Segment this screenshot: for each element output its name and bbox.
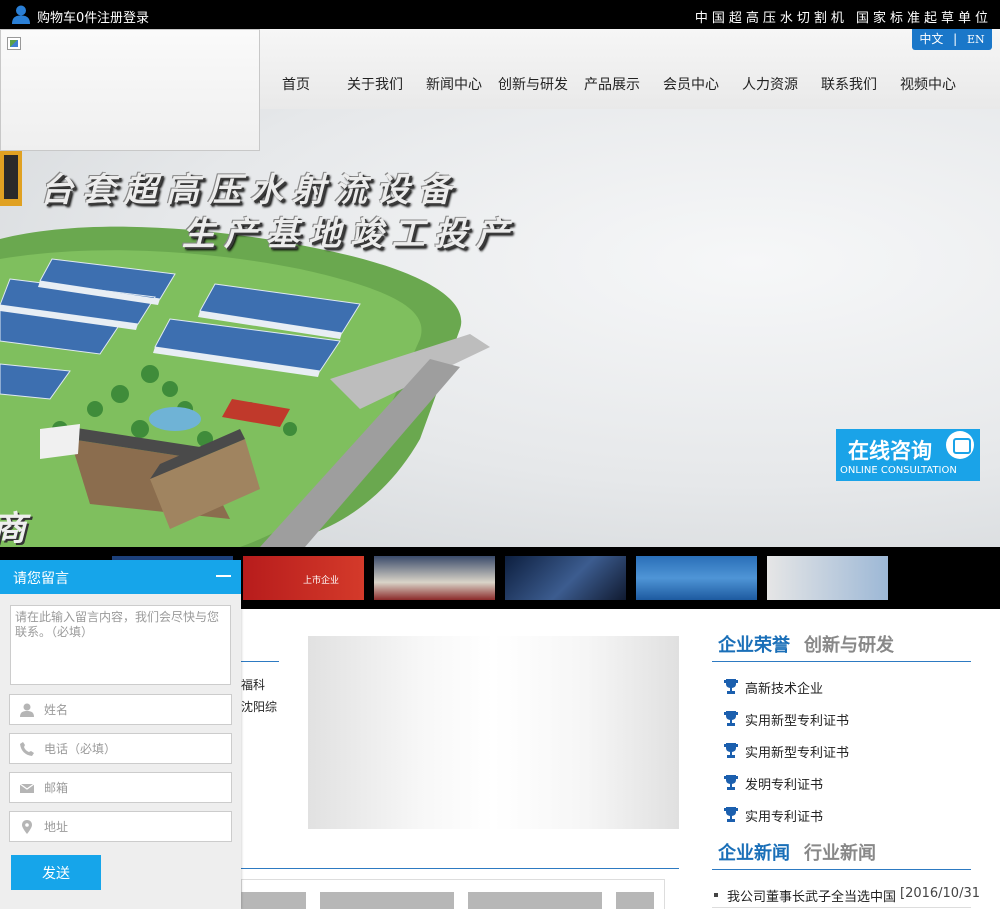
honor-item-label: 实用专利证书 xyxy=(745,810,824,825)
location-pin-icon xyxy=(22,820,32,834)
nav-about[interactable]: 关于我们 xyxy=(347,74,403,94)
consult-title: 在线咨询 xyxy=(848,439,932,463)
trophy-icon xyxy=(724,679,738,694)
email-input[interactable] xyxy=(44,778,224,798)
user-icon[interactable] xyxy=(12,5,30,24)
news-date: [2016/10/31 xyxy=(900,886,980,901)
nav-news[interactable]: 新闻中心 xyxy=(426,74,482,94)
online-consultation-button[interactable]: 在线咨询 ONLINE CONSULTATION xyxy=(836,429,980,481)
section-divider xyxy=(241,868,679,869)
lang-zh[interactable]: 中文 xyxy=(919,32,943,46)
name-input[interactable] xyxy=(44,700,224,720)
intro-text-fragment: 福科 xyxy=(241,678,266,692)
banner-thumb-4[interactable] xyxy=(505,556,626,600)
tab-innovation[interactable]: 创新与研发 xyxy=(804,631,894,657)
language-switcher: 中文 | EN xyxy=(912,29,992,50)
honor-item-label: 实用新型专利证书 xyxy=(745,714,850,729)
tab-company-news[interactable]: 企业新闻 xyxy=(718,839,790,865)
bullet-icon xyxy=(714,893,718,897)
message-panel-header[interactable]: 请您留言 xyxy=(0,560,241,594)
trophy-icon xyxy=(724,775,738,790)
honor-item-label: 发明专利证书 xyxy=(745,778,824,793)
nav-members[interactable]: 会员中心 xyxy=(663,74,719,94)
banner-thumb-5[interactable] xyxy=(636,556,757,600)
banner-thumb-2[interactable]: 上市企业 xyxy=(243,556,364,600)
lang-en[interactable]: EN xyxy=(967,33,985,46)
send-button[interactable]: 发送 xyxy=(11,855,101,890)
broken-image-icon xyxy=(7,37,21,50)
phone-input[interactable] xyxy=(44,739,224,759)
nav-video[interactable]: 视频中心 xyxy=(900,74,956,94)
product-tile[interactable] xyxy=(468,892,602,909)
name-field[interactable] xyxy=(9,694,232,725)
nav-home[interactable]: 首页 xyxy=(282,74,310,94)
message-panel-title: 请您留言 xyxy=(13,571,69,587)
news-title: 我公司董事长武子全当选中国 xyxy=(727,890,897,905)
mail-icon xyxy=(20,783,34,793)
photo-gallery[interactable] xyxy=(308,636,679,829)
product-tile[interactable] xyxy=(616,892,654,909)
nav-products[interactable]: 产品展示 xyxy=(584,74,640,94)
hero-banner[interactable]: 台套超高压水射流设备 生产基地竣工投产 商 xyxy=(0,109,1000,547)
tab-industry-news[interactable]: 行业新闻 xyxy=(804,839,876,865)
address-input[interactable] xyxy=(44,817,224,837)
logo[interactable] xyxy=(0,29,260,151)
banner-thumb-3[interactable] xyxy=(374,556,495,600)
consult-subtitle: ONLINE CONSULTATION xyxy=(840,465,957,476)
tab-company-honors[interactable]: 企业荣誉 xyxy=(718,631,790,657)
chat-bubble-icon xyxy=(946,431,974,459)
address-field[interactable] xyxy=(9,811,232,842)
lang-separator: | xyxy=(953,32,958,46)
section-divider xyxy=(241,661,279,662)
product-tile[interactable] xyxy=(320,892,454,909)
top-bar: 购物车0件 注册登录 中国超高压水切割机 国家标准起草单位 xyxy=(0,0,1000,29)
leave-message-panel: 请您留言 发送 xyxy=(0,560,241,909)
person-icon xyxy=(20,703,34,717)
trophy-icon xyxy=(724,807,738,822)
trophy-icon xyxy=(724,743,738,758)
hero-edge-text: 商 xyxy=(0,501,26,547)
trophy-icon xyxy=(724,711,738,726)
nav-hr[interactable]: 人力资源 xyxy=(742,74,798,94)
phone-field[interactable] xyxy=(9,733,232,764)
nav-innovation[interactable]: 创新与研发 xyxy=(498,74,568,94)
section-divider xyxy=(712,661,971,662)
slogan: 中国超高压水切割机 国家标准起草单位 xyxy=(694,11,992,26)
honor-item-label: 高新技术企业 xyxy=(745,682,824,697)
login-link[interactable]: 注册登录 xyxy=(97,7,149,26)
section-divider xyxy=(712,869,971,870)
cart-link[interactable]: 购物车0件 xyxy=(37,7,97,26)
message-content-input[interactable] xyxy=(10,605,231,685)
minimize-icon[interactable] xyxy=(216,575,231,577)
honor-item-label: 实用新型专利证书 xyxy=(745,746,850,761)
banner-thumb-label: 上市企业 xyxy=(303,576,340,586)
news-item[interactable]: 我公司董事长武子全当选中国 [2016/10/31 xyxy=(714,886,980,905)
phone-icon xyxy=(20,742,34,756)
news-divider xyxy=(712,907,971,908)
nav-contact[interactable]: 联系我们 xyxy=(821,74,877,94)
email-field[interactable] xyxy=(9,772,232,803)
hero-headline-1: 台套超高压水射流设备 xyxy=(40,170,460,209)
product-tile[interactable] xyxy=(241,892,306,909)
intro-text-fragment: 沈阳综 xyxy=(241,700,278,714)
banner-thumb-6[interactable] xyxy=(767,556,888,600)
hero-headline-2: 生产基地竣工投产 xyxy=(182,214,518,253)
